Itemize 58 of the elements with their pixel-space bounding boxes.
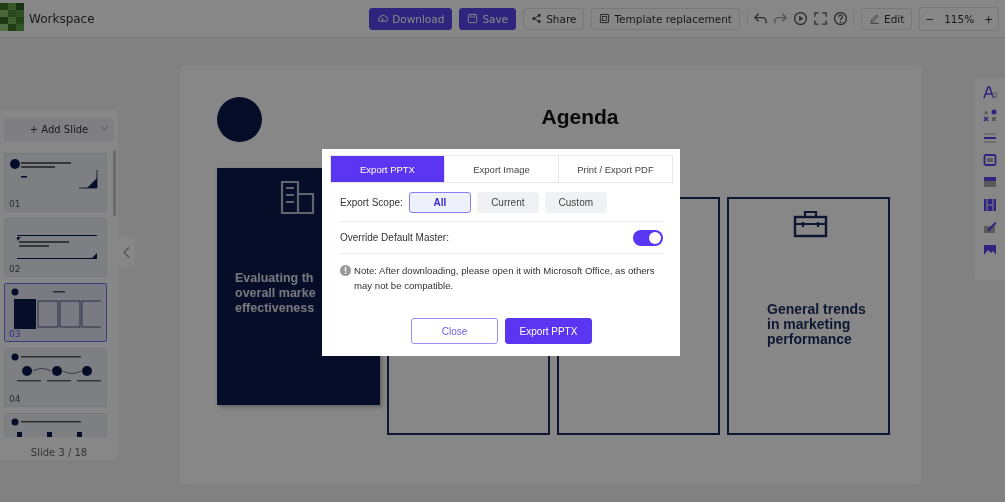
logo-icon [0, 2, 24, 31]
frame-icon[interactable] [983, 152, 997, 167]
help-icon[interactable] [833, 11, 848, 26]
building-icon [280, 180, 316, 214]
template-icon [599, 13, 611, 24]
filmstrip-icon[interactable] [983, 197, 997, 212]
scope-option[interactable]: Custom [544, 191, 607, 213]
redo-icon[interactable] [773, 11, 788, 26]
text-style-icon[interactable] [983, 85, 997, 99]
collapse-handle[interactable] [118, 237, 135, 267]
image-icon[interactable] [983, 242, 997, 257]
slide-thumbnail[interactable]: 02 [4, 218, 107, 277]
scope-option[interactable]: Current [476, 191, 539, 213]
toggle-switch[interactable] [633, 229, 663, 246]
slide-counter: Slide 3 / 18 [29, 447, 89, 458]
download-button[interactable]: Download [369, 7, 453, 30]
circle-shape [217, 97, 262, 142]
slide-thumbnail[interactable]: 04 [4, 348, 107, 407]
override-label: Override Default Master: [340, 232, 449, 243]
fullscreen-icon[interactable] [813, 11, 828, 26]
scope-label: Export Scope: [340, 196, 403, 208]
chevron-left-icon [123, 246, 130, 258]
slide-number: 01 [9, 199, 21, 209]
info-icon [340, 265, 351, 276]
card-text: Evaluating th overall marke effectiveness [235, 271, 316, 316]
lines-icon[interactable] [983, 130, 997, 144]
workspace-title: Workspace [29, 11, 95, 26]
export-button[interactable]: Export PPTX [505, 318, 592, 344]
edit-button[interactable]: Edit [861, 7, 913, 30]
save-button[interactable]: Save [459, 7, 517, 30]
slide-number: 03 [9, 329, 21, 339]
slide-title: Agenda [540, 105, 620, 129]
play-icon[interactable] [793, 11, 808, 26]
template-button[interactable]: Template replacement [591, 7, 740, 30]
zoom-value: 115% [944, 12, 975, 25]
scope-option[interactable]: All [408, 191, 471, 213]
caret-icon[interactable] [101, 126, 108, 131]
signature-icon[interactable] [983, 220, 997, 234]
floppy-icon [467, 13, 479, 24]
add-slide-button[interactable]: + Add Slide [4, 118, 114, 141]
banner-icon[interactable] [983, 175, 997, 189]
close-button[interactable]: Close [411, 318, 498, 344]
shapes-icon[interactable] [983, 107, 997, 122]
card-text: General trends in marketing performance [767, 302, 867, 347]
briefcase-icon [793, 209, 828, 238]
share-button[interactable]: Share [523, 7, 585, 30]
undo-icon[interactable] [753, 11, 768, 26]
slide-number: 02 [9, 264, 21, 274]
pencil-icon [869, 13, 880, 24]
share-icon [531, 13, 543, 24]
export-tab[interactable]: Export PPTX [331, 156, 444, 182]
slide-number: 04 [9, 394, 21, 404]
slide-thumbnail[interactable]: 01 [4, 153, 107, 212]
zoom-out-button[interactable]: − [925, 12, 935, 25]
zoom-in-button[interactable]: + [984, 12, 993, 25]
cloud-icon [377, 13, 389, 24]
note-text: Note: After downloading, please open it with Microsoft Office, as others may not be compatible. [354, 264, 656, 293]
slide-thumbnail[interactable]: 03 [4, 283, 107, 342]
